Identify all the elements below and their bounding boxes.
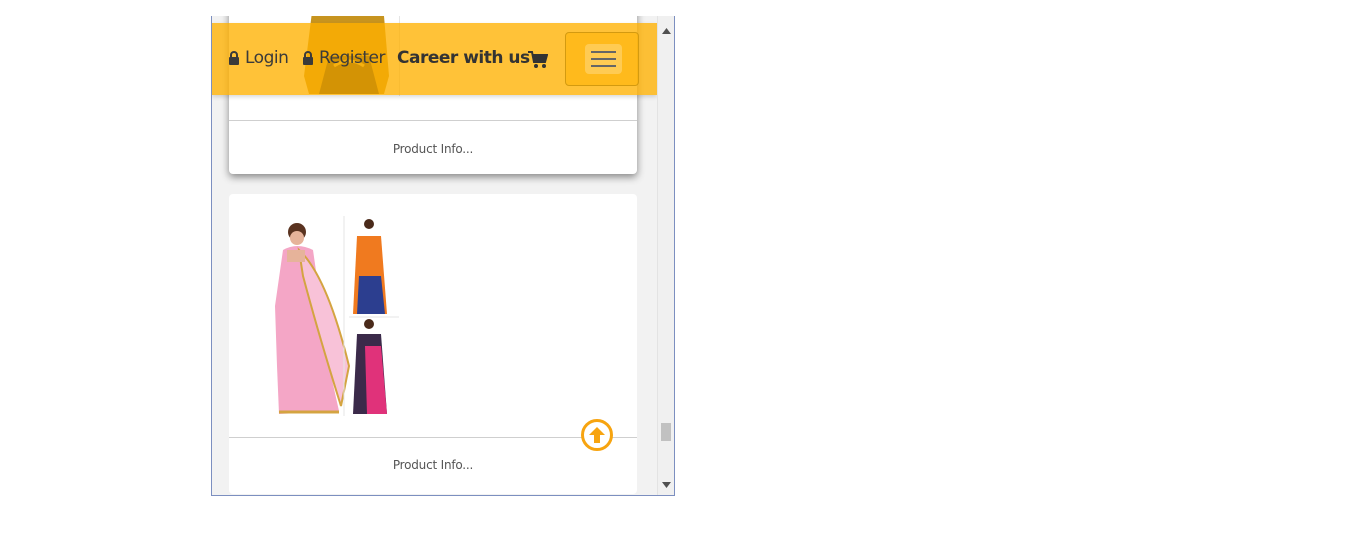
login-label: Login xyxy=(245,48,289,68)
scroll-down-arrow-icon[interactable] xyxy=(662,482,671,488)
lock-icon xyxy=(229,51,239,65)
top-navbar: Login Register Career with us xyxy=(212,23,657,95)
career-label: Career with us xyxy=(397,48,530,68)
menu-toggle-button[interactable] xyxy=(565,32,639,86)
career-link[interactable]: Career with us xyxy=(397,48,530,68)
product-info-link[interactable]: Product Info... xyxy=(229,458,637,472)
product-card: Product Info... xyxy=(229,194,637,494)
register-link[interactable]: Register xyxy=(302,48,386,68)
lock-icon xyxy=(303,51,313,65)
vertical-scrollbar[interactable] xyxy=(657,16,674,495)
login-link[interactable]: Login xyxy=(228,48,289,68)
arrow-up-circle-icon xyxy=(589,427,605,443)
product-image[interactable] xyxy=(269,216,404,416)
product-info-link[interactable]: Product Info... xyxy=(229,142,637,156)
browser-viewport: Product Info... Product Info... Login Re… xyxy=(211,16,675,496)
shopping-cart-icon[interactable] xyxy=(528,51,548,69)
scroll-up-arrow-icon[interactable] xyxy=(662,28,671,34)
register-label: Register xyxy=(319,48,386,68)
page-content: Product Info... Product Info... Login Re… xyxy=(212,16,657,495)
hamburger-menu-icon xyxy=(585,44,622,74)
back-to-top-button[interactable] xyxy=(581,419,613,451)
scrollbar-thumb[interactable] xyxy=(661,423,671,441)
